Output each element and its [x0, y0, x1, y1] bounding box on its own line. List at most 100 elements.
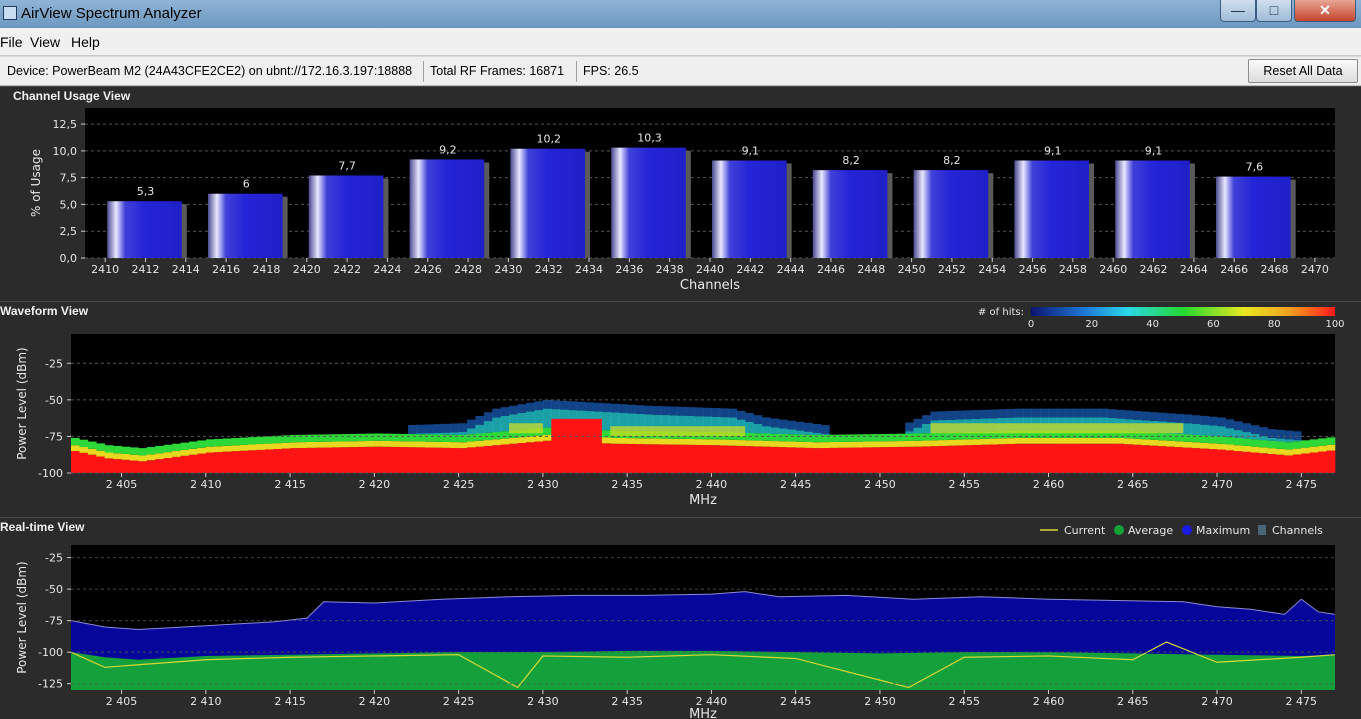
bar-value-label: 8,2 — [842, 154, 860, 167]
x-axis-label: MHz — [689, 707, 717, 719]
heat-cell — [585, 402, 594, 412]
heat-cell — [568, 401, 577, 411]
heat-cell — [778, 433, 788, 442]
y-tick-label: -25 — [45, 357, 63, 370]
menu-view[interactable]: View — [30, 34, 60, 50]
legend-swatch — [1182, 525, 1192, 535]
heat-cell — [433, 432, 443, 435]
heat-cell — [1006, 408, 1016, 418]
heat-cell — [955, 410, 965, 420]
reset-all-data-button[interactable]: Reset All Data — [1248, 59, 1358, 83]
x-tick-label: 2436 — [615, 263, 643, 276]
heat-cell — [820, 425, 830, 434]
x-tick-label: 2 455 — [948, 478, 980, 491]
heat-cell — [526, 402, 535, 412]
heat-cell — [601, 403, 611, 413]
window-title: AirView Spectrum Analyzer — [21, 5, 202, 22]
heat-cell — [837, 447, 847, 473]
heat-cell — [652, 405, 662, 415]
x-tick-label: 2452 — [938, 263, 966, 276]
heat-cell — [467, 441, 476, 448]
heat-cell — [686, 444, 695, 473]
heat-cell — [424, 441, 434, 448]
heat-cell — [214, 452, 223, 473]
y-tick-label: 0,0 — [60, 252, 78, 265]
heat-cell — [1208, 435, 1218, 444]
heat-cell — [1082, 437, 1091, 444]
heat-cell — [349, 433, 358, 442]
x-tick-label: 2414 — [172, 263, 200, 276]
menu-file[interactable]: File — [0, 34, 23, 50]
close-button[interactable]: ✕ — [1294, 0, 1356, 22]
heat-cell — [483, 445, 493, 473]
x-tick-label: 2438 — [656, 263, 684, 276]
airview-icon — [3, 6, 17, 20]
heat-cell — [795, 441, 805, 448]
heat-cell — [1318, 445, 1327, 452]
heat-cell — [138, 455, 148, 462]
heat-cell — [323, 447, 333, 473]
heat-cell — [745, 413, 754, 422]
status-divider — [423, 61, 424, 82]
heat-cell — [231, 451, 240, 473]
heat-cell — [770, 441, 780, 447]
heat-cell — [972, 444, 982, 473]
title-bar[interactable]: AirView Spectrum Analyzer — □ ✕ — [0, 0, 1361, 28]
heat-cell — [188, 454, 198, 473]
heat-cell — [231, 438, 240, 446]
heat-cell — [913, 418, 923, 428]
heat-cell — [787, 441, 796, 448]
heat-cell — [1090, 408, 1100, 418]
heat-cell — [365, 433, 375, 441]
heat-cell — [483, 421, 493, 433]
x-tick-label: 2 430 — [527, 478, 559, 491]
maximize-button[interactable]: □ — [1256, 0, 1292, 22]
heat-cell — [795, 430, 805, 435]
usage-bar — [510, 148, 586, 258]
legend-label: Current — [1064, 524, 1106, 537]
heat-cell — [1326, 437, 1336, 445]
minimize-button[interactable]: — — [1220, 0, 1256, 22]
heat-cell — [997, 438, 1007, 445]
heat-cell — [551, 441, 561, 473]
heat-cell — [306, 447, 316, 473]
heat-cell — [1183, 434, 1193, 442]
x-tick-label: 2468 — [1261, 263, 1289, 276]
x-tick-label: 2428 — [454, 263, 482, 276]
heat-cell — [635, 405, 645, 414]
heat-cell — [441, 434, 451, 442]
heat-cell — [458, 448, 468, 473]
menu-help[interactable]: Help — [71, 34, 100, 50]
heat-cell — [1124, 410, 1134, 420]
heat-cell — [1040, 443, 1049, 473]
heat-cell — [1107, 437, 1117, 444]
heat-cell — [374, 433, 384, 441]
heat-cell — [129, 454, 139, 461]
heat-cell — [1023, 408, 1032, 418]
heat-cell — [846, 447, 855, 473]
heat-cell — [441, 432, 451, 435]
heat-cell — [239, 437, 249, 445]
heat-cell — [618, 438, 628, 444]
heat-cell — [669, 444, 679, 473]
y-tick-label: -100 — [38, 646, 63, 659]
heat-cell — [298, 434, 308, 443]
heat-cell — [1292, 441, 1302, 449]
heat-cell — [1014, 408, 1024, 418]
heat-cell — [660, 406, 670, 416]
heat-cell — [306, 434, 316, 442]
heat-cell — [905, 440, 914, 447]
rf-frames-count: Total RF Frames: 16871 — [430, 64, 565, 78]
usage-bar — [409, 159, 485, 258]
heat-cell — [374, 446, 384, 473]
heat-cell — [332, 434, 341, 442]
heat-cell — [264, 449, 274, 473]
x-tick-label: 2 440 — [696, 478, 728, 491]
heat-cell — [610, 403, 620, 413]
heat-cell — [1284, 439, 1294, 443]
heat-cell — [753, 423, 763, 434]
heat-cell — [913, 433, 923, 441]
heat-cell — [905, 431, 914, 434]
heat-cell — [930, 446, 940, 473]
heat-cell — [239, 450, 249, 473]
